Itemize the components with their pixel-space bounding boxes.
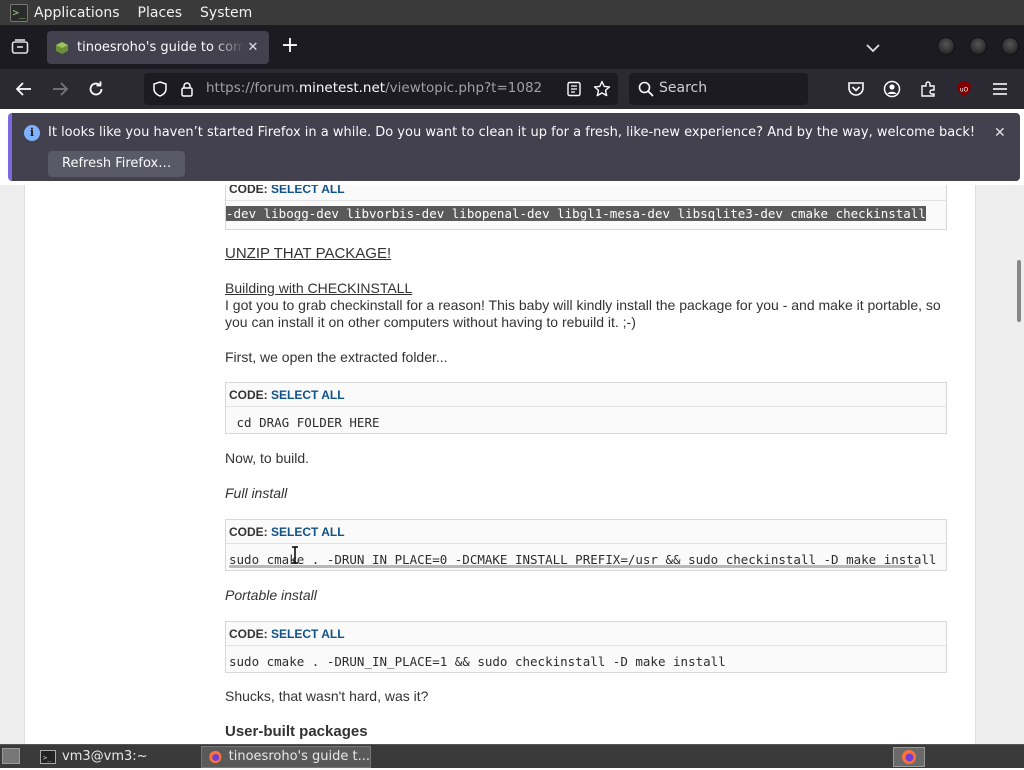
building-heading: Building with CHECKINSTALL (225, 280, 413, 296)
minimize-window-button[interactable] (937, 37, 955, 55)
chevron-down-icon[interactable] (862, 37, 884, 59)
code-label: CODE: (229, 525, 268, 539)
notification-close-icon[interactable]: ✕ (994, 125, 1006, 141)
new-tab-button[interactable]: + (279, 35, 301, 58)
taskbar: >_ vm3@vm3:~ tinoesroho's guide t... (0, 744, 1024, 768)
bookmark-star-icon[interactable] (593, 80, 611, 98)
firefox-icon (209, 750, 222, 764)
firefox-view-icon[interactable] (8, 35, 32, 59)
code-header: CODE: SELECT ALL (226, 185, 946, 201)
code-box-full-install: CODE: SELECT ALL sudo cmake . -DRUN_IN_P… (225, 519, 947, 571)
svg-text:uO: uO (960, 87, 969, 94)
code-block[interactable]: -dev libogg-dev libvorbis-dev libopenal-… (226, 201, 946, 222)
refresh-firefox-button[interactable]: Refresh Firefox… (48, 151, 186, 177)
url-prefix: https://forum. (206, 80, 299, 96)
code-horizontal-scrollbar[interactable] (229, 565, 919, 568)
top-panel: >_ Applications Places System (0, 0, 1024, 25)
code-block[interactable]: sudo cmake . -DRUN_IN_PLACE=0 -DCMAKE_IN… (226, 544, 946, 575)
show-desktop-button[interactable] (2, 748, 20, 764)
code-label: CODE: (229, 185, 268, 196)
terminal-icon: >_ (40, 750, 56, 764)
building-paragraph: I got you to grab checkinstall for a rea… (225, 297, 941, 330)
select-all-link[interactable]: SELECT ALL (271, 185, 345, 196)
tab-close-icon[interactable]: ✕ (245, 40, 261, 55)
tracking-protection-shield-icon[interactable] (152, 81, 168, 97)
notification-message: It looks like you haven’t started Firefo… (48, 125, 976, 140)
terminal-logo-icon[interactable]: >_ (10, 3, 28, 22)
first-paragraph: First, we open the extracted folder... (225, 349, 448, 365)
ublock-origin-icon[interactable]: uO (952, 77, 976, 101)
lock-icon[interactable] (180, 81, 194, 97)
select-all-link[interactable]: SELECT ALL (271, 388, 345, 402)
navigation-toolbar: https://forum.minetest.net/viewtopic.php… (0, 69, 1024, 109)
code-box-portable-install: CODE: SELECT ALL sudo cmake . -DRUN_IN_P… (225, 621, 947, 673)
menu-system[interactable]: System (200, 5, 252, 21)
select-all-link[interactable]: SELECT ALL (271, 627, 345, 641)
refresh-firefox-notification: i It looks like you haven’t started Fire… (8, 113, 1020, 181)
task-terminal[interactable]: >_ vm3@vm3:~ (34, 746, 198, 768)
select-all-link[interactable]: SELECT ALL (271, 525, 345, 539)
code-block[interactable]: sudo cmake . -DRUN_IN_PLACE=1 && sudo ch… (226, 646, 946, 677)
url-host: minetest.net (298, 80, 386, 96)
text-cursor-icon (292, 546, 298, 564)
menu-places[interactable]: Places (138, 5, 183, 21)
menu-applications[interactable]: Applications (34, 5, 120, 21)
url-path: /viewtopic.php?t=1082 (385, 80, 543, 96)
tab-title: tinoesroho's guide to compi (77, 40, 245, 55)
account-icon[interactable] (880, 77, 904, 101)
unzip-heading: UNZIP THAT PACKAGE! (225, 245, 392, 262)
code-label: CODE: (229, 388, 268, 402)
extensions-puzzle-icon[interactable] (916, 77, 940, 101)
back-arrow-icon[interactable] (12, 77, 36, 101)
forward-arrow-icon[interactable] (48, 77, 72, 101)
reload-icon[interactable] (84, 77, 108, 101)
code-header: CODE: SELECT ALL (226, 383, 946, 407)
firefox-workspace-icon (902, 750, 916, 764)
close-window-button[interactable] (1001, 37, 1019, 55)
tab-bar: tinoesroho's guide to compi ✕ + (0, 25, 1024, 69)
search-input[interactable]: Search (629, 73, 808, 105)
build-paragraph: Now, to build. (225, 450, 310, 466)
reader-view-icon[interactable] (566, 81, 582, 97)
tab-active[interactable]: tinoesroho's guide to compi ✕ (47, 31, 269, 64)
search-icon (638, 81, 654, 97)
code-header: CODE: SELECT ALL (226, 520, 946, 544)
code-header: CODE: SELECT ALL (226, 622, 946, 646)
full-install-label: Full install (225, 485, 288, 501)
info-icon: i (24, 125, 40, 141)
page-viewport[interactable]: CODE: SELECT ALL -dev libogg-dev libvorb… (0, 185, 1024, 744)
portable-install-label: Portable install (225, 587, 317, 603)
workspace-switcher[interactable] (893, 747, 925, 767)
shucks-paragraph: Shucks, that wasn't hard, was it? (225, 688, 429, 704)
code-block[interactable]: cd DRAG FOLDER HERE (226, 407, 946, 438)
code-label: CODE: (229, 627, 268, 641)
maximize-window-button[interactable] (969, 37, 987, 55)
page-scrollbar[interactable] (1017, 260, 1021, 322)
search-placeholder: Search (659, 80, 708, 96)
task-terminal-label: vm3@vm3:~ (62, 749, 148, 764)
url-text[interactable]: https://forum.minetest.net/viewtopic.php… (206, 80, 542, 96)
code-box-dependencies: CODE: SELECT ALL -dev libogg-dev libvorb… (225, 185, 947, 230)
svg-text:>_: >_ (43, 754, 52, 762)
pocket-icon[interactable] (844, 77, 868, 101)
user-built-heading: User-built packages (225, 723, 368, 740)
minetest-favicon-icon (56, 41, 68, 54)
url-bar[interactable]: https://forum.minetest.net/viewtopic.php… (144, 73, 618, 105)
code-selected-text: -dev libogg-dev libvorbis-dev libopenal-… (226, 206, 926, 221)
code-box-cd: CODE: SELECT ALL cd DRAG FOLDER HERE (225, 382, 947, 434)
task-firefox-label: tinoesroho's guide t... (228, 749, 370, 764)
hamburger-menu-icon[interactable] (988, 77, 1012, 101)
task-firefox[interactable]: tinoesroho's guide t... (201, 746, 371, 768)
